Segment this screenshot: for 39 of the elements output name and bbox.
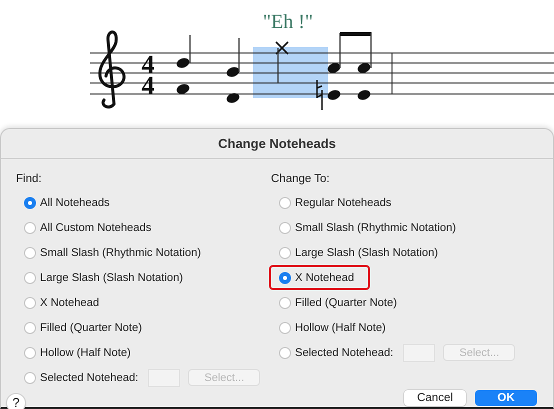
option-label[interactable]: Hollow (Half Note) bbox=[40, 346, 131, 358]
option-label[interactable]: All Custom Noteheads bbox=[40, 222, 152, 234]
option-label[interactable]: Filled (Quarter Note) bbox=[40, 322, 142, 334]
radio-button[interactable] bbox=[24, 196, 36, 208]
radio-button[interactable] bbox=[24, 272, 36, 284]
dialog-title: Change Noteheads bbox=[1, 129, 553, 159]
radio-button[interactable] bbox=[24, 222, 36, 234]
radio-button[interactable] bbox=[279, 246, 291, 258]
help-button[interactable]: ? bbox=[6, 392, 26, 409]
option-label[interactable]: All Noteheads bbox=[40, 196, 110, 208]
option-label[interactable]: Small Slash (Rhythmic Notation) bbox=[295, 222, 456, 234]
radio-button[interactable] bbox=[24, 296, 36, 308]
option-label[interactable]: X Notehead bbox=[295, 272, 354, 284]
option-label[interactable]: Filled (Quarter Note) bbox=[295, 296, 397, 308]
treble-clef-icon bbox=[98, 30, 126, 108]
radio-button[interactable] bbox=[24, 372, 36, 384]
radio-button[interactable] bbox=[279, 272, 291, 284]
radio-button[interactable] bbox=[24, 346, 36, 358]
radio-button[interactable] bbox=[24, 246, 36, 258]
radio-button[interactable] bbox=[279, 196, 291, 208]
radio-button[interactable] bbox=[279, 222, 291, 234]
radio-button[interactable] bbox=[24, 322, 36, 334]
lyric-text: "Eh !" bbox=[262, 11, 314, 33]
option-label[interactable]: Small Slash (Rhythmic Notation) bbox=[40, 246, 202, 258]
radio-button[interactable] bbox=[279, 322, 291, 334]
option-label[interactable]: Regular Noteheads bbox=[295, 196, 392, 208]
cancel-button[interactable]: Cancel bbox=[404, 390, 466, 406]
radio-button[interactable] bbox=[279, 346, 291, 358]
column-label: Find: bbox=[16, 172, 43, 187]
column-label: Change To: bbox=[271, 172, 331, 187]
option-label[interactable]: Selected Notehead: bbox=[295, 346, 394, 358]
ok-button[interactable]: OK bbox=[475, 390, 537, 406]
option-label[interactable]: X Notehead bbox=[40, 296, 100, 308]
option-label[interactable]: Selected Notehead: bbox=[40, 372, 138, 384]
radio-button[interactable] bbox=[279, 296, 291, 308]
x-note-drawing bbox=[275, 41, 289, 83]
option-label[interactable]: Large Slash (Slash Notation) bbox=[40, 272, 184, 284]
option-label[interactable]: Hollow (Half Note) bbox=[295, 322, 386, 334]
option-label[interactable]: Large Slash (Slash Notation) bbox=[295, 246, 438, 258]
